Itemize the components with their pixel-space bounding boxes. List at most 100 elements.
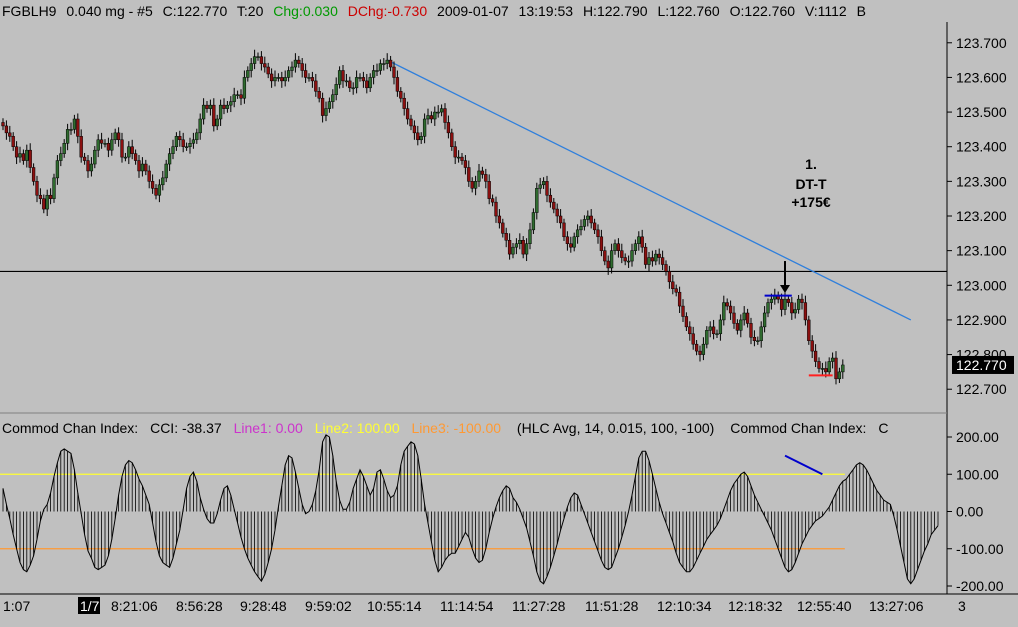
candle-body xyxy=(130,146,134,154)
candle-body xyxy=(514,243,519,248)
candle-body xyxy=(589,215,593,224)
candle-body xyxy=(273,77,277,82)
cci-legend-value: CCI: -38.37 xyxy=(150,420,222,436)
candle-body xyxy=(490,198,495,203)
cci-axis-label: 100.00 xyxy=(956,466,999,482)
candle-body xyxy=(633,243,638,251)
candle-body xyxy=(524,243,529,255)
candle-body xyxy=(242,77,247,99)
candle-body xyxy=(11,136,15,147)
price-axis-label: 123.100 xyxy=(956,243,1007,259)
time-axis-label: 9:28:48 xyxy=(240,598,287,614)
candle-body xyxy=(388,59,393,68)
time-axis: 1:07 1/7 8:21:06 8:56:28 9:28:48 9:59:02 10:55… xyxy=(3,597,966,614)
candle-body xyxy=(450,132,454,147)
time-axis-label: 11:51:28 xyxy=(585,598,639,614)
header-close: C:122.770 xyxy=(163,3,228,19)
candle-body xyxy=(4,125,9,134)
candle-body xyxy=(643,246,648,265)
candle-body xyxy=(120,139,124,158)
time-axis-label: 1:07 xyxy=(3,598,30,614)
candle-body xyxy=(443,108,447,123)
candle-body xyxy=(745,312,750,324)
candle-body xyxy=(518,240,522,244)
candle-body xyxy=(161,177,165,186)
annotation-profit: +175€ xyxy=(791,194,831,210)
candle-body xyxy=(89,163,94,172)
candle-body xyxy=(698,350,702,355)
candle-body xyxy=(191,139,196,144)
candle-body xyxy=(137,160,141,172)
candle-body xyxy=(667,271,672,283)
candle-body xyxy=(382,63,386,65)
candle-body xyxy=(688,326,692,335)
candle-body xyxy=(596,229,600,238)
candle-body xyxy=(422,118,427,137)
candle-body xyxy=(677,291,682,307)
time-axis-label: 13:27:06 xyxy=(869,598,924,614)
candle-body xyxy=(65,129,70,144)
cci-legend-params: (HLC Avg, 14, 0.015, 100, -100) xyxy=(517,420,714,436)
candle-body xyxy=(341,70,345,82)
candle-body xyxy=(779,298,784,310)
candle-body xyxy=(691,333,695,345)
candle-body xyxy=(837,371,842,380)
candle-body xyxy=(256,56,260,58)
candle-body xyxy=(606,260,610,269)
candle-body xyxy=(579,226,583,231)
cci-legend-line2: Line2: 100.00 xyxy=(315,420,400,436)
candle-body xyxy=(433,111,437,120)
time-axis-label: 12:10:34 xyxy=(657,598,712,614)
candle-body xyxy=(178,136,182,141)
candle-body xyxy=(395,77,400,92)
candle-body xyxy=(62,143,66,154)
candle-body xyxy=(728,305,733,314)
candle-body xyxy=(174,136,179,147)
last-price-label: 122.770 xyxy=(956,357,1007,373)
candle-body xyxy=(552,201,556,210)
candle-body xyxy=(439,108,444,113)
candle-body xyxy=(38,194,43,199)
candle-body xyxy=(637,236,641,244)
candle-body xyxy=(361,77,366,82)
candle-body xyxy=(528,229,532,244)
candle-body xyxy=(208,104,213,109)
candle-body xyxy=(205,104,209,109)
candle-body xyxy=(732,312,736,324)
candle-body xyxy=(246,70,250,78)
candle-body xyxy=(232,94,236,102)
candle-body xyxy=(412,125,417,134)
candle-body xyxy=(195,132,199,141)
candle-body xyxy=(307,77,311,79)
candle-body xyxy=(616,243,621,251)
candle-body xyxy=(21,153,26,161)
price-axis-label: 123.600 xyxy=(956,69,1007,85)
candle-body xyxy=(28,149,32,168)
candle-body xyxy=(521,240,525,255)
candle-body xyxy=(113,132,117,141)
candle-body xyxy=(201,104,206,120)
candle-body xyxy=(59,153,63,161)
candle-body xyxy=(796,298,801,310)
cci-axis-label: -100.00 xyxy=(956,541,1004,557)
candle-body xyxy=(154,188,158,196)
candle-body xyxy=(297,59,301,64)
candle-body xyxy=(8,132,12,137)
time-axis-label: 12:55:40 xyxy=(797,598,852,614)
candle-body xyxy=(358,77,362,79)
candle-body xyxy=(841,364,845,373)
cci-legend-line1: Line1: 0.00 xyxy=(234,420,303,436)
candle-body xyxy=(181,139,185,147)
candle-body xyxy=(511,246,515,255)
candle-body xyxy=(86,160,90,172)
candle xyxy=(52,173,56,203)
candle-body xyxy=(215,118,219,127)
candle-body xyxy=(18,153,22,158)
candle-body xyxy=(140,163,145,172)
candle-body xyxy=(807,319,811,341)
candle-body xyxy=(824,368,828,373)
candle-body xyxy=(280,77,284,82)
header-ticks: T:20 xyxy=(237,3,264,19)
candle-body xyxy=(609,250,614,269)
candle-body xyxy=(470,181,474,189)
